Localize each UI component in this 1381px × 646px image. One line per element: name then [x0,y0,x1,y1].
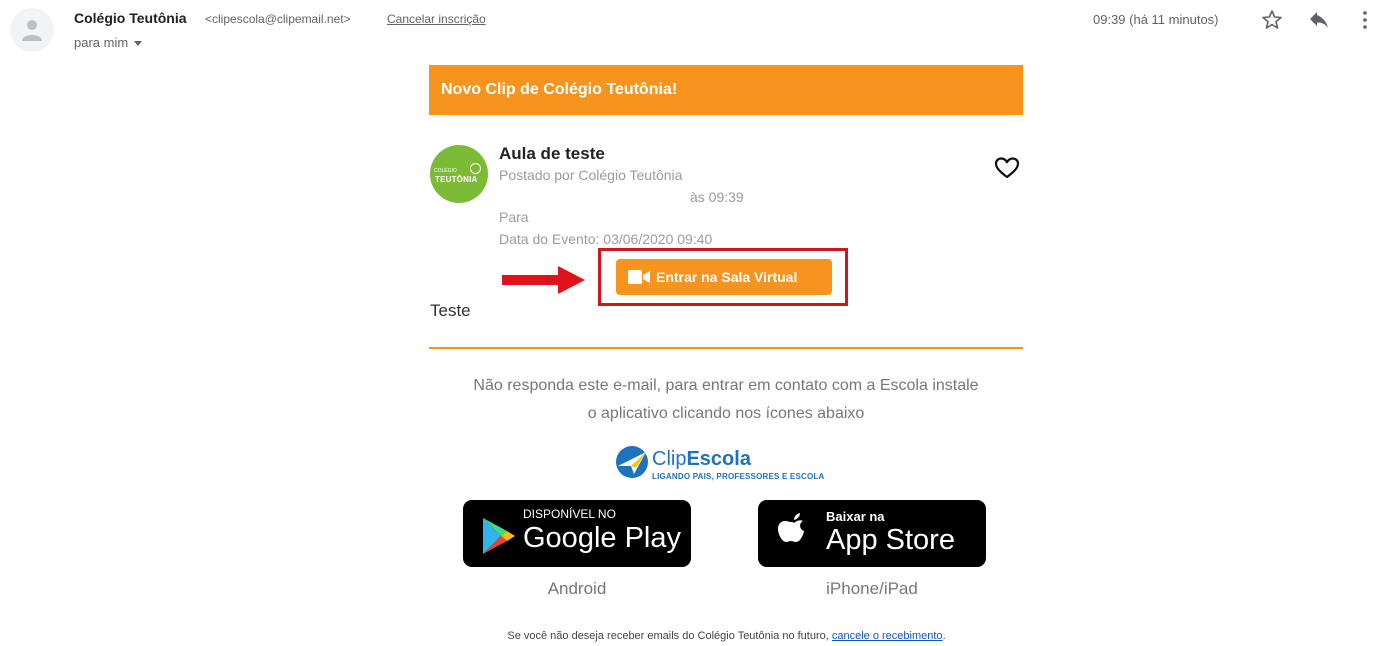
logo-line2: TEUTÔNIA [435,175,478,184]
google-play-icon [483,518,515,554]
iphone-label: iPhone/iPad [826,579,918,598]
post-title: Aula de teste [499,144,605,163]
star-icon[interactable] [1260,8,1284,32]
recipient-label: para mim [74,35,129,50]
more-vertical-icon[interactable] [1353,8,1377,32]
google-play-big: Google Play [523,522,681,554]
join-button-label: Entrar na Sala Virtual [656,269,798,285]
footer-end: . [942,630,946,642]
video-camera-icon [628,270,650,284]
reply-icon[interactable] [1307,8,1331,32]
heart-icon[interactable] [994,156,1020,180]
google-play-small: DISPONÍVEL NO [523,507,616,521]
android-label: Android [547,579,607,598]
sender-name: Colégio Teutônia [74,10,187,26]
app-store-small: Baixar na [826,509,885,524]
no-reply-notice: Não responda este e-mail, para entrar em… [429,372,1023,428]
sender-email: <clipescola@clipemail.net> [205,12,351,26]
email-banner: Novo Clip de Colégio Teutônia! [429,65,1023,115]
app-store-big: App Store [826,524,955,556]
sender-avatar-icon [10,8,54,52]
recipient-para: Para [499,209,529,225]
notice-line2: o aplicativo clicando nos ícones abaixo [587,405,865,422]
google-play-badge[interactable]: DISPONÍVEL NO Google Play [463,500,691,567]
clipescola-wordmark: ClipEscola [652,448,751,471]
red-arrow-icon [502,265,586,300]
join-virtual-room-button[interactable]: Entrar na Sala Virtual [616,259,832,295]
divider [429,347,1023,349]
apple-icon [778,513,804,542]
caret-down-icon [134,41,143,47]
app-store-badge[interactable]: Baixar na App Store [758,500,986,567]
cancel-receiving-link[interactable]: cancele o recebimento [832,630,943,642]
logo-ring-icon [470,163,481,174]
school-logo: COLÉGIO TEUTÔNIA [430,145,488,203]
event-date: Data do Evento: 03/06/2020 09:40 [499,231,713,247]
posted-time: às 09:39 [690,189,744,205]
clip-part1: Clip [652,448,687,470]
footer: Se você não deseja receber emails do Col… [0,630,1381,642]
post-body-text: Teste [430,301,471,320]
logo-line1: COLÉGIO [434,168,457,174]
footer-text: Se você não deseja receber emails do Col… [507,630,829,642]
unsubscribe-link[interactable]: Cancelar inscrição [387,12,486,26]
clip-part2: Escola [686,448,751,470]
recipient-details[interactable]: para mim [74,35,143,50]
notice-line1: Não responda este e-mail, para entrar em… [473,377,979,394]
email-time: 09:39 (há 11 minutos) [1093,12,1219,27]
clipescola-tagline: LIGANDO PAIS, PROFESSORES E ESCOLA [652,472,825,481]
posted-by: Postado por Colégio Teutônia [499,167,683,183]
clipescola-logo-icon [612,444,652,485]
banner-title: Novo Clip de Colégio Teutônia! [441,81,678,98]
